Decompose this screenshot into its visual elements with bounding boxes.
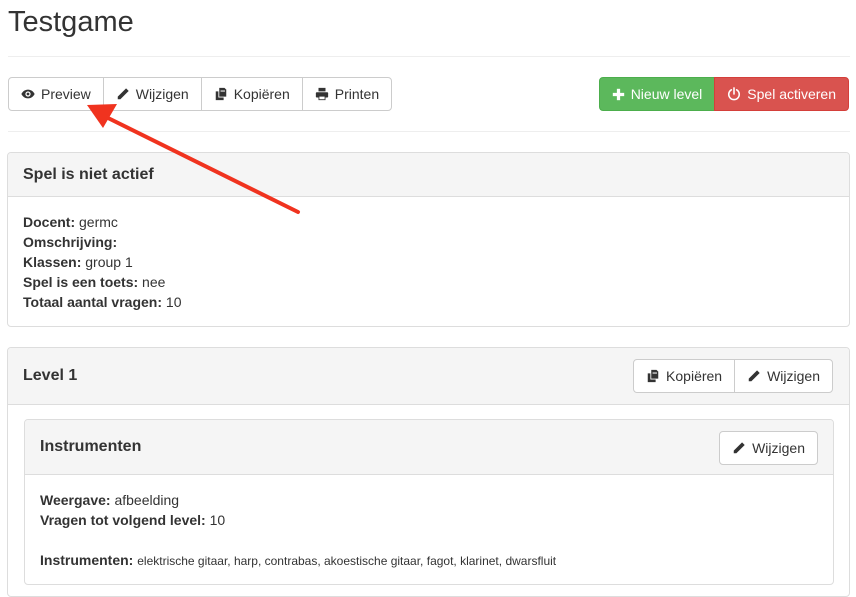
preview-button[interactable]: Preview — [8, 77, 104, 111]
detail-label: Omschrijving: — [23, 234, 118, 250]
detail-value: nee — [142, 274, 166, 290]
activate-label: Spel activeren — [747, 86, 836, 102]
edit-question-set-label: Wijzigen — [752, 440, 805, 456]
level-title: Level 1 — [23, 367, 78, 384]
divider — [8, 131, 850, 132]
instrument-list: elektrische gitaar, harp, contrabas, ako… — [137, 554, 557, 568]
status-title: Spel is niet actief — [23, 165, 154, 183]
question-set-details: Weergave: afbeelding Vragen tot volgend … — [25, 475, 833, 586]
detail-label: Totaal aantal vragen: — [23, 294, 163, 310]
print-label: Printen — [334, 86, 380, 102]
detail-row: Totaal aantal vragen: 10 — [23, 292, 834, 312]
edit-question-set-button[interactable]: Wijzigen — [719, 431, 818, 465]
detail-row: Spel is een toets: nee — [23, 272, 834, 292]
edit-level-button[interactable]: Wijzigen — [734, 359, 833, 393]
level-actions: Kopiëren Wijzigen — [633, 359, 833, 393]
printer-icon — [315, 87, 329, 101]
activate-game-button[interactable]: Spel activeren — [714, 77, 849, 111]
detail-row: Instrumenten: elektrische gitaar, harp, … — [40, 550, 818, 571]
level-panel: Level 1 Kopiëren Wijzigen Instrumenten W… — [7, 347, 850, 597]
detail-value: group 1 — [85, 254, 133, 270]
new-level-button[interactable]: Nieuw level — [598, 77, 716, 111]
pencil-icon — [116, 87, 130, 101]
plus-icon — [612, 88, 625, 101]
detail-value: germc — [79, 214, 118, 230]
page-title: Testgame — [8, 6, 134, 38]
game-details: Docent: germc Omschrijving: Klassen: gro… — [8, 197, 849, 327]
eye-icon — [21, 87, 35, 101]
divider — [8, 56, 850, 57]
pencil-icon — [732, 441, 746, 455]
detail-label: Vragen tot volgend level: — [40, 512, 206, 528]
detail-row: Klassen: group 1 — [23, 252, 834, 272]
detail-label: Weergave: — [40, 492, 111, 508]
game-status-panel: Spel is niet actief Docent: germc Omschr… — [7, 152, 850, 327]
copy-button[interactable]: Kopiëren — [200, 77, 303, 111]
preview-label: Preview — [41, 86, 91, 102]
detail-row: Omschrijving: — [23, 232, 834, 252]
detail-label: Docent: — [23, 214, 76, 230]
pencil-icon — [747, 369, 761, 383]
panel-heading: Level 1 Kopiëren Wijzigen — [8, 348, 849, 405]
edit-button[interactable]: Wijzigen — [102, 77, 202, 111]
copy-icon — [214, 87, 228, 101]
game-toolbar: Preview Wijzigen Kopiëren Printen — [8, 77, 393, 111]
copy-icon — [646, 369, 660, 383]
detail-value: 10 — [209, 512, 226, 528]
copy-level-label: Kopiëren — [666, 368, 723, 384]
detail-row: Weergave: afbeelding — [40, 490, 818, 510]
power-icon — [727, 87, 741, 101]
question-set-title: Instrumenten — [40, 438, 142, 455]
detail-row: Vragen tot volgend level: 10 — [40, 510, 818, 530]
question-set-panel: Instrumenten Wijzigen Weergave: afbeeldi… — [24, 419, 834, 585]
detail-value: afbeelding — [114, 492, 180, 508]
detail-label: Instrumenten: — [40, 552, 134, 568]
edit-label: Wijzigen — [135, 86, 189, 102]
detail-label: Spel is een toets: — [23, 274, 139, 290]
game-actions: Nieuw level Spel activeren — [598, 77, 849, 111]
panel-heading: Instrumenten Wijzigen — [25, 420, 833, 475]
print-button[interactable]: Printen — [301, 77, 393, 111]
question-set-actions: Wijzigen — [719, 431, 818, 465]
detail-label: Klassen: — [23, 254, 82, 270]
detail-value: 10 — [165, 294, 182, 310]
detail-row: Docent: germc — [23, 212, 834, 232]
edit-level-label: Wijzigen — [767, 368, 820, 384]
copy-level-button[interactable]: Kopiëren — [633, 359, 736, 393]
panel-heading: Spel is niet actief — [8, 153, 849, 197]
new-level-label: Nieuw level — [630, 86, 703, 102]
copy-label: Kopiëren — [233, 86, 290, 102]
